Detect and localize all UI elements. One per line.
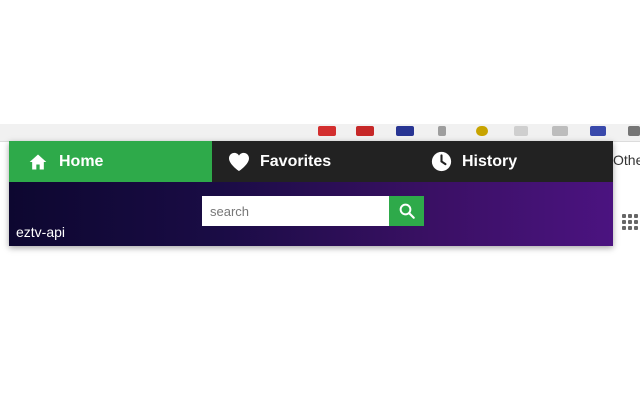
tab-favorites-label: Favorites [260, 152, 332, 170]
search-icon [398, 202, 416, 220]
tab-home-label: Home [59, 152, 104, 170]
home-icon [27, 151, 49, 173]
tab-history[interactable]: History [413, 141, 613, 182]
extension-icon[interactable] [552, 126, 568, 136]
app-name: eztv-api [16, 224, 66, 240]
header-banner: eztv-api [9, 182, 613, 246]
clock-icon [430, 151, 452, 173]
tab-favorites[interactable]: Favorites [212, 141, 413, 182]
other-bookmarks-link[interactable]: Othe [613, 152, 640, 168]
extension-icon[interactable] [396, 126, 414, 136]
heart-icon [228, 151, 250, 173]
nav-bar: Home Favorites History [9, 141, 613, 182]
extension-icon[interactable] [318, 126, 336, 136]
extension-icon[interactable] [514, 126, 528, 136]
search-button[interactable] [389, 196, 424, 226]
browser-toolbar [0, 124, 640, 142]
search-bar [202, 196, 424, 226]
extension-popup: Home Favorites History eztv-api search [9, 141, 613, 246]
apps-grid-icon[interactable] [622, 212, 640, 232]
extension-icon[interactable] [356, 126, 374, 136]
extension-icon[interactable] [476, 126, 488, 136]
screen: Othe Home Favorites History eztv-api sea… [0, 0, 640, 400]
extension-icon[interactable] [590, 126, 606, 136]
tab-history-label: History [462, 152, 518, 170]
extension-icon[interactable] [628, 126, 640, 136]
tab-home[interactable]: Home [9, 141, 212, 182]
extension-icon[interactable] [438, 126, 446, 136]
search-input[interactable] [202, 196, 389, 226]
